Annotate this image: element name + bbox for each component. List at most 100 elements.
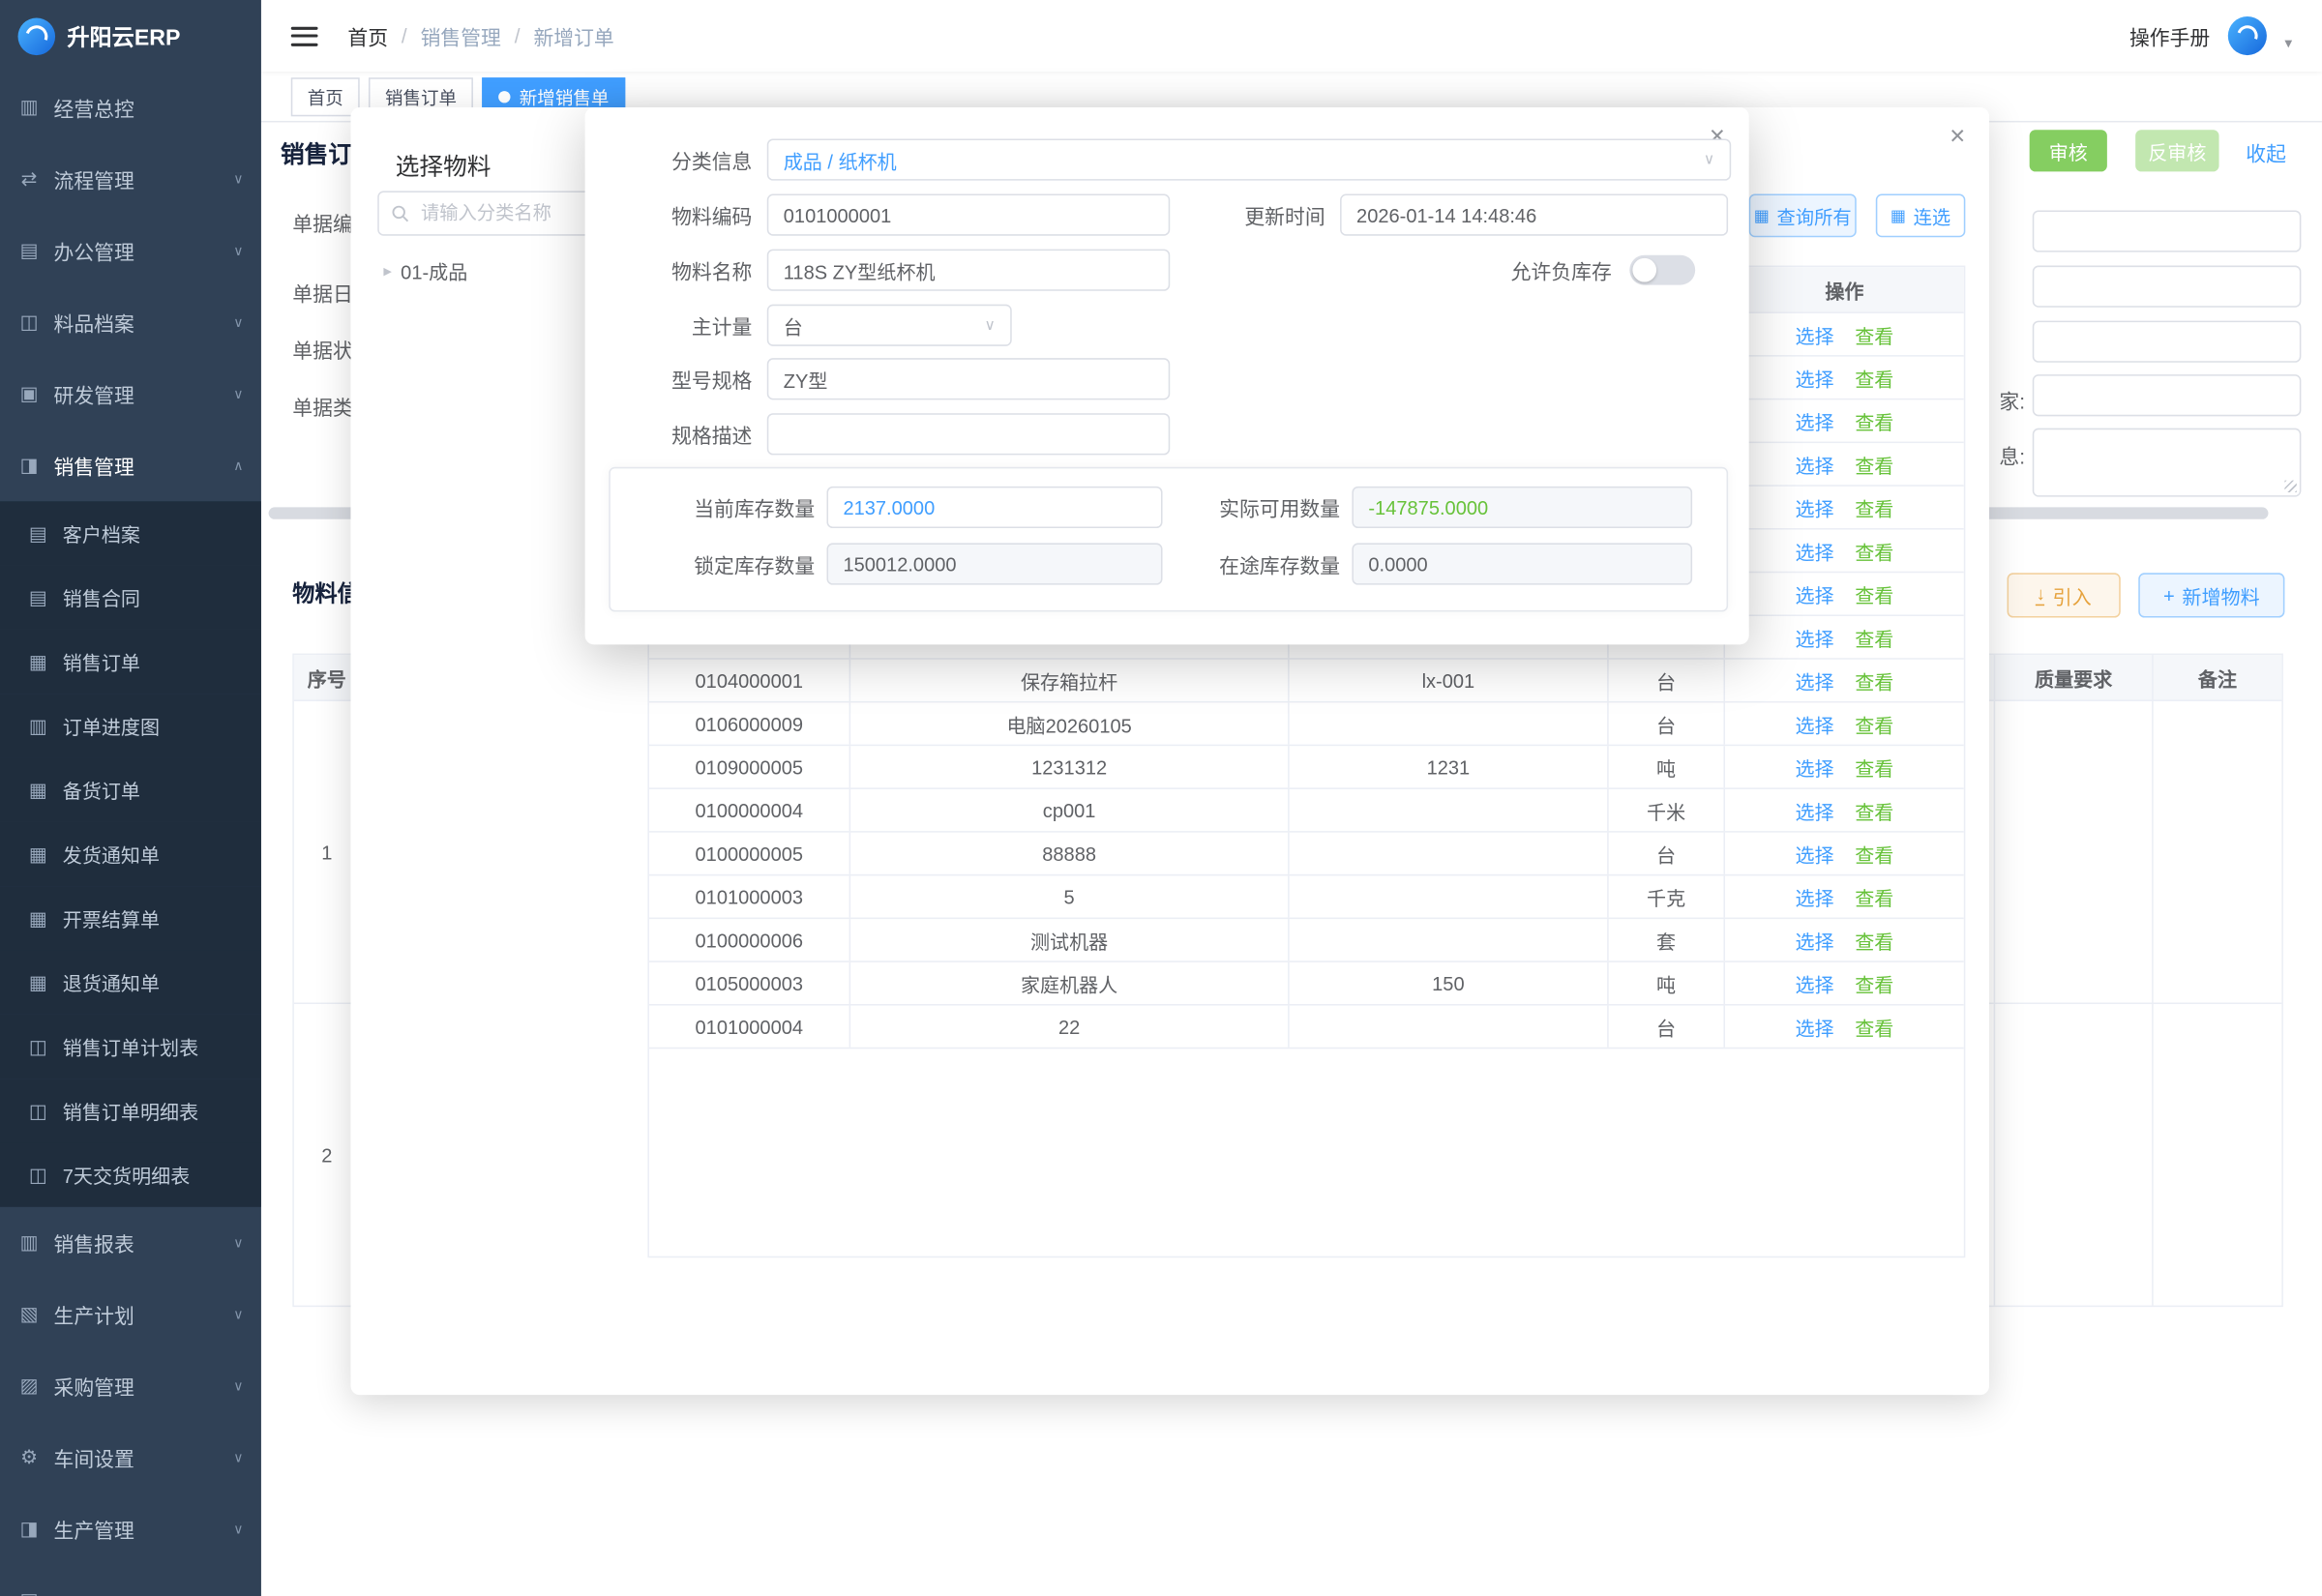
view-link[interactable]: 查看 — [1855, 969, 1893, 997]
select-link[interactable]: 选择 — [1795, 579, 1833, 607]
spec-input[interactable] — [767, 413, 1170, 455]
sidebar-item-partial[interactable]: ▤ ∨ — [0, 1565, 261, 1596]
view-link[interactable]: 查看 — [1855, 753, 1893, 781]
update-time-input[interactable] — [1340, 194, 1728, 236]
current-stock-input[interactable] — [826, 487, 1162, 528]
select-link[interactable]: 选择 — [1795, 623, 1833, 651]
query-all-button[interactable]: ▦ 查询所有 — [1749, 194, 1857, 238]
table-row[interactable]: 01010000035千克选择查看 — [649, 875, 1964, 919]
add-material-button[interactable]: + 新增物料 — [2138, 573, 2284, 617]
tab-home[interactable]: 首页 — [291, 77, 360, 116]
vendor-field[interactable] — [2033, 374, 2302, 416]
collapse-link[interactable]: 收起 — [2246, 137, 2286, 167]
sidebar-item-delivery-7d[interactable]: ◫ 7天交货明细表 — [0, 1142, 261, 1206]
select-link[interactable]: 选择 — [1795, 796, 1833, 824]
table-row[interactable]: 010100000422台选择查看 — [649, 1006, 1964, 1049]
view-link[interactable]: 查看 — [1855, 579, 1893, 607]
view-link[interactable]: 查看 — [1855, 882, 1893, 910]
view-link[interactable]: 查看 — [1855, 1013, 1893, 1041]
select-link[interactable]: 选择 — [1795, 536, 1833, 564]
select-link[interactable]: 选择 — [1795, 926, 1833, 954]
select-link[interactable]: 选择 — [1795, 882, 1833, 910]
view-link[interactable]: 查看 — [1855, 450, 1893, 478]
sidebar-item-workshop[interactable]: ⚙ 车间设置 ∨ — [0, 1422, 261, 1493]
collapse-menu-icon[interactable] — [291, 26, 318, 45]
view-link[interactable]: 查看 — [1855, 364, 1893, 392]
material-name-input[interactable] — [767, 250, 1170, 291]
chevron-down-icon[interactable]: ▾ — [2284, 35, 2292, 51]
unaudit-button[interactable]: 反审核 — [2135, 130, 2218, 171]
select-link[interactable]: 选择 — [1795, 709, 1833, 737]
sidebar-item-office[interactable]: ▤ 办公管理 ∨ — [0, 215, 261, 286]
tree-expand-icon[interactable]: ▸ — [383, 261, 392, 281]
view-link[interactable]: 查看 — [1855, 536, 1893, 564]
view-link[interactable]: 查看 — [1855, 666, 1893, 695]
avatar[interactable] — [2228, 16, 2267, 55]
table-row[interactable]: 0100000006测试机器套选择查看 — [649, 919, 1964, 962]
select-link[interactable]: 选择 — [1795, 666, 1833, 695]
right-field-1[interactable] — [2033, 210, 2302, 251]
sidebar-item-order-plan[interactable]: ◫ 销售订单计划表 — [0, 1015, 261, 1079]
view-link[interactable]: 查看 — [1855, 840, 1893, 868]
view-link[interactable]: 查看 — [1855, 926, 1893, 954]
available-input[interactable] — [1352, 487, 1692, 528]
select-link[interactable]: 选择 — [1795, 320, 1833, 348]
manual-link[interactable]: 操作手册 — [2129, 21, 2210, 51]
sidebar-item-order-detail[interactable]: ◫ 销售订单明细表 — [0, 1079, 261, 1142]
sidebar-item-production-plan[interactable]: ▧ 生产计划 ∨ — [0, 1279, 261, 1350]
select-link[interactable]: 选择 — [1795, 840, 1833, 868]
sidebar-item-sales-report[interactable]: ▥ 销售报表 ∨ — [0, 1207, 261, 1279]
in-transit-input[interactable] — [1352, 543, 1692, 584]
allow-negative-toggle[interactable] — [1629, 255, 1695, 285]
select-link[interactable]: 选择 — [1795, 753, 1833, 781]
table-row[interactable]: 0104000001保存箱拉杆lx-001台选择查看 — [649, 660, 1964, 703]
category-select[interactable]: 成品 / 纸杯机 ∨ — [767, 138, 1731, 180]
sidebar-item-stock-order[interactable]: ▦ 备货订单 — [0, 758, 261, 822]
select-link[interactable]: 选择 — [1795, 406, 1833, 434]
view-link[interactable]: 查看 — [1855, 493, 1893, 521]
sidebar-item-sales-contract[interactable]: ▤ 销售合同 — [0, 566, 261, 630]
view-link[interactable]: 查看 — [1855, 623, 1893, 651]
view-link[interactable]: 查看 — [1855, 796, 1893, 824]
sidebar-item-rnd[interactable]: ▣ 研发管理 ∨ — [0, 358, 261, 429]
sidebar-item-production[interactable]: ◨ 生产管理 ∨ — [0, 1493, 261, 1565]
view-link[interactable]: 查看 — [1855, 709, 1893, 737]
sidebar-item-dashboard[interactable]: ▥ 经营总控 — [0, 72, 261, 143]
breadcrumb-section[interactable]: 销售管理 — [421, 21, 501, 51]
sidebar-item-invoice[interactable]: ▦ 开票结算单 — [0, 886, 261, 950]
sidebar-item-delivery-note[interactable]: ▦ 发货通知单 — [0, 822, 261, 886]
audit-button[interactable]: 审核 — [2030, 130, 2107, 171]
select-link[interactable]: 选择 — [1795, 493, 1833, 521]
sidebar-item-sales[interactable]: ◨ 销售管理 ∧ — [0, 429, 261, 501]
sidebar-item-flow[interactable]: ⇄ 流程管理 ∨ — [0, 143, 261, 215]
import-button[interactable]: ↓ 引入 — [2008, 573, 2121, 617]
sidebar-item-return-note[interactable]: ▦ 退货通知单 — [0, 951, 261, 1015]
table-row[interactable]: 010900000512313121231吨选择查看 — [649, 746, 1964, 789]
right-field-2[interactable] — [2033, 266, 2302, 308]
select-link[interactable]: 选择 — [1795, 969, 1833, 997]
table-row[interactable]: 010000000588888台选择查看 — [649, 833, 1964, 876]
unit-select[interactable]: 台 ∨ — [767, 305, 1012, 346]
close-icon[interactable]: × — [1950, 122, 1965, 149]
select-link[interactable]: 选择 — [1795, 364, 1833, 392]
material-code-input[interactable] — [767, 194, 1170, 236]
view-link[interactable]: 查看 — [1855, 406, 1893, 434]
view-link[interactable]: 查看 — [1855, 320, 1893, 348]
sidebar-item-sales-order[interactable]: ▦ 销售订单 — [0, 630, 261, 694]
sidebar-item-progress-chart[interactable]: ▥ 订单进度图 — [0, 694, 261, 757]
model-input[interactable] — [767, 358, 1170, 399]
sidebar-item-customer-file[interactable]: ▤ 客户档案 — [0, 501, 261, 565]
category-search-input[interactable] — [418, 201, 583, 225]
note-textarea[interactable] — [2033, 429, 2302, 497]
category-tree-node[interactable]: ▸ 01-成品 — [383, 256, 467, 284]
multi-select-button[interactable]: ▦ 连选 — [1876, 194, 1966, 238]
table-row[interactable]: 0100000004cp001千米选择查看 — [649, 789, 1964, 833]
table-row[interactable]: 0106000009电脑20260105台选择查看 — [649, 702, 1964, 746]
locked-stock-input[interactable] — [826, 543, 1162, 584]
breadcrumb-home[interactable]: 首页 — [347, 21, 388, 51]
select-link[interactable]: 选择 — [1795, 450, 1833, 478]
sidebar-item-materials[interactable]: ◫ 料品档案 ∨ — [0, 286, 261, 358]
table-row[interactable]: 0105000003家庭机器人150吨选择查看 — [649, 962, 1964, 1006]
right-field-3[interactable] — [2033, 321, 2302, 363]
select-link[interactable]: 选择 — [1795, 1013, 1833, 1041]
